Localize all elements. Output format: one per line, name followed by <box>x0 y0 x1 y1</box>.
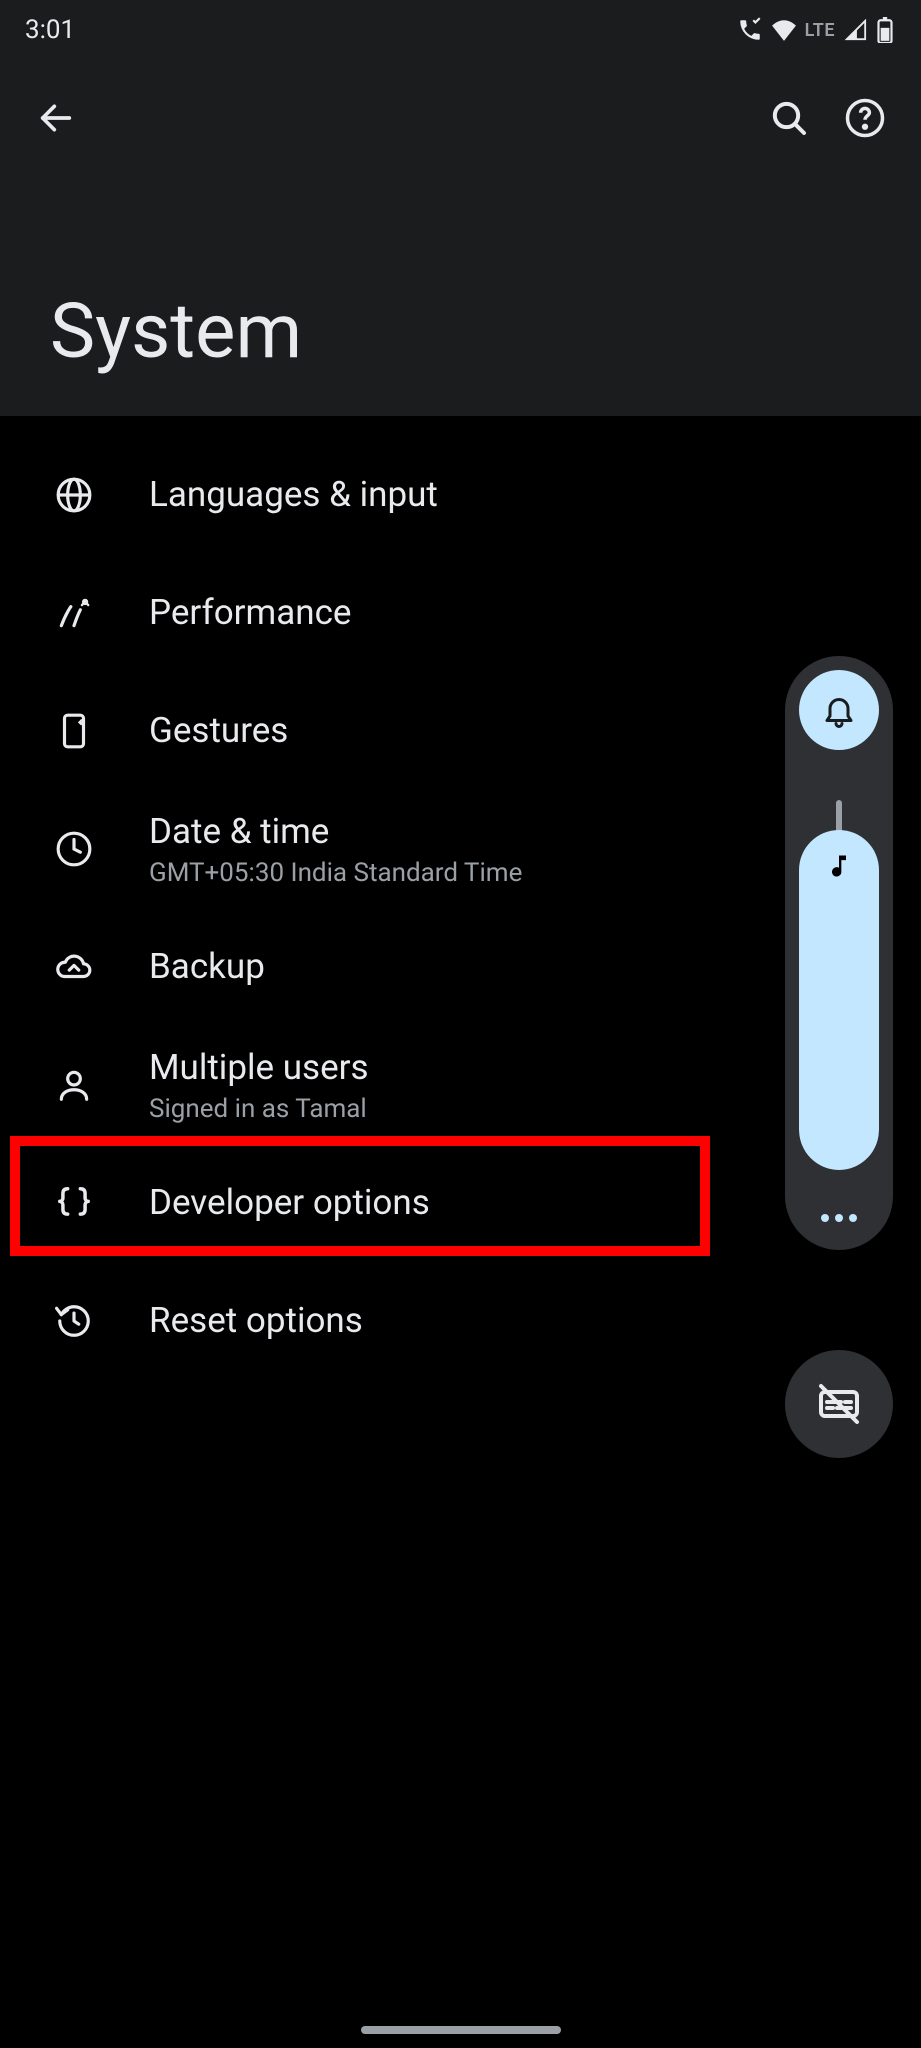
item-subtitle: Signed in as Tamal <box>149 1094 369 1124</box>
status-time: 3:01 <box>25 15 75 45</box>
item-title: Backup <box>149 945 265 989</box>
wifi-icon <box>771 19 797 41</box>
live-caption-toggle[interactable] <box>785 1350 893 1458</box>
app-bar <box>0 60 921 146</box>
item-gestures[interactable]: Gestures <box>0 672 921 790</box>
page-title: System <box>0 146 921 386</box>
gestures-icon <box>55 712 93 750</box>
performance-icon <box>55 594 93 632</box>
search-button[interactable] <box>761 90 817 146</box>
item-developer-options[interactable]: Developer options <box>0 1144 921 1262</box>
help-icon <box>844 97 886 139</box>
ringer-mode-button[interactable] <box>799 670 879 750</box>
item-title: Date & time <box>149 810 522 854</box>
item-title: Reset options <box>149 1299 363 1343</box>
item-date-time[interactable]: Date & time GMT+05:30 India Standard Tim… <box>0 790 921 908</box>
item-multiple-users[interactable]: Multiple users Signed in as Tamal <box>0 1026 921 1144</box>
cellular-signal-icon <box>843 19 869 41</box>
settings-list: Languages & input Performance Gestures D… <box>0 416 921 1380</box>
item-languages-input[interactable]: Languages & input <box>0 436 921 554</box>
volume-more-button[interactable] <box>821 1214 857 1222</box>
item-subtitle: GMT+05:30 India Standard Time <box>149 858 522 888</box>
wifi-calling-icon <box>737 17 763 43</box>
search-icon <box>769 98 809 138</box>
volume-panel <box>785 656 893 1250</box>
item-reset-options[interactable]: Reset options <box>0 1262 921 1380</box>
battery-icon <box>877 17 893 43</box>
arrow-back-icon <box>36 98 76 138</box>
globe-icon <box>55 476 93 514</box>
navigation-handle[interactable] <box>361 2026 561 2034</box>
item-title: Multiple users <box>149 1046 369 1090</box>
item-title: Performance <box>149 591 351 635</box>
network-type-label: LTE <box>805 20 835 41</box>
music-note-icon <box>825 852 853 884</box>
clock-icon <box>55 830 93 868</box>
back-button[interactable] <box>28 90 84 146</box>
status-icons: LTE <box>737 17 893 43</box>
caption-off-icon <box>815 1380 863 1428</box>
header: System <box>0 60 921 416</box>
user-icon <box>55 1066 93 1104</box>
help-button[interactable] <box>837 90 893 146</box>
status-bar: 3:01 LTE <box>0 0 921 60</box>
item-title: Gestures <box>149 709 288 753</box>
braces-icon <box>55 1184 93 1222</box>
item-title: Developer options <box>149 1181 430 1225</box>
item-backup[interactable]: Backup <box>0 908 921 1026</box>
volume-slider[interactable] <box>799 800 879 1170</box>
item-performance[interactable]: Performance <box>0 554 921 672</box>
bell-icon <box>821 692 857 728</box>
history-icon <box>55 1302 93 1340</box>
cloud-upload-icon <box>55 948 93 986</box>
item-title: Languages & input <box>149 473 438 517</box>
